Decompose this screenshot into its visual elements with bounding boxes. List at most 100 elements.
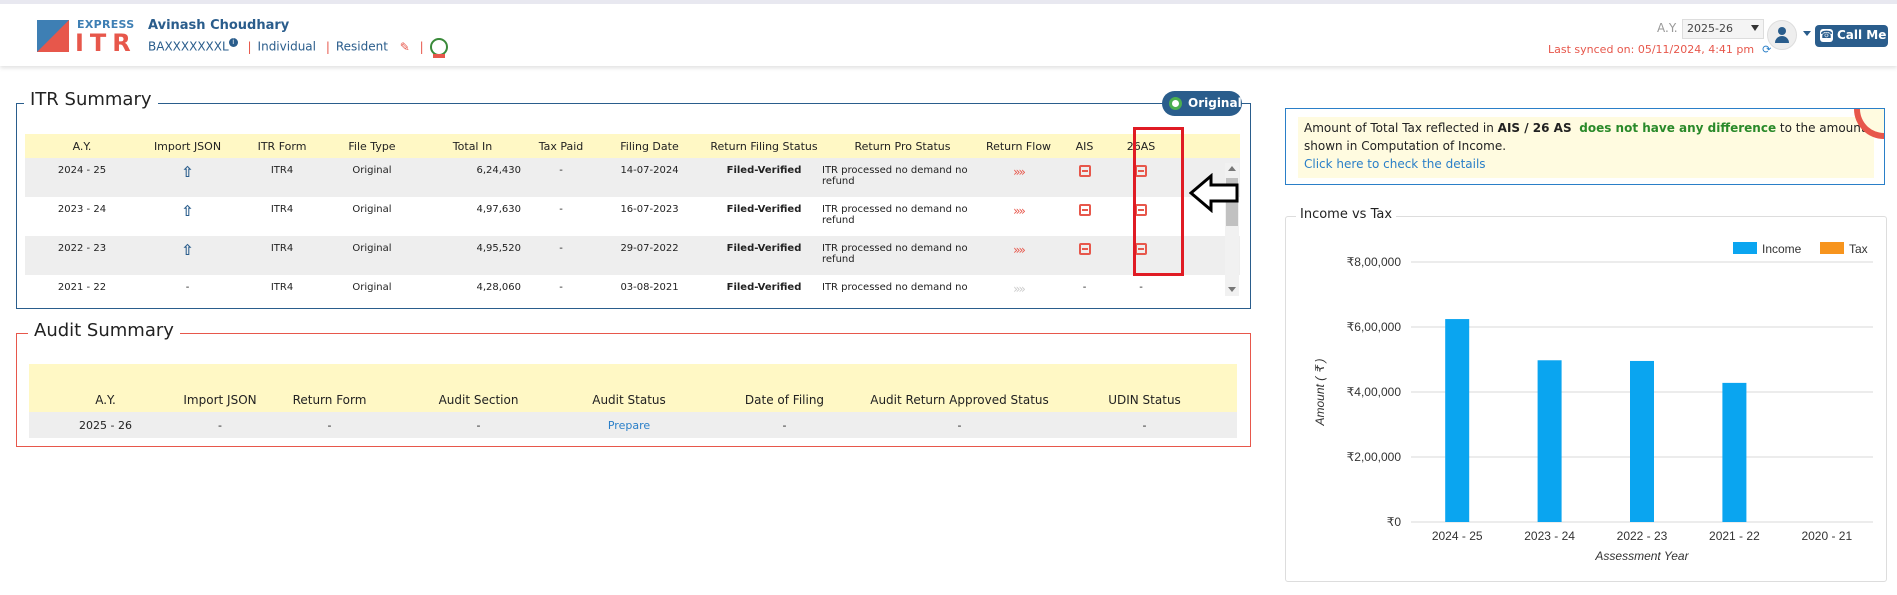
x-tick-label: 2020 - 21 — [1801, 529, 1852, 543]
legend-swatch-tax — [1820, 242, 1844, 254]
col-import-json: Import JSON — [139, 134, 236, 158]
cell-approved: - — [867, 412, 1052, 438]
cell-date: 29-07-2022 — [593, 236, 706, 275]
col-date-of-filing: Date of Filing — [702, 364, 867, 412]
cell-ay: 2024 - 25 — [25, 158, 139, 197]
check-details-link[interactable]: Click here to check the details — [1304, 157, 1486, 171]
call-me-button[interactable]: ☎ Call Me — [1815, 25, 1888, 47]
original-badge-label: Original — [1188, 96, 1242, 110]
cell-file-type: Original — [328, 236, 416, 275]
26as-highlight-box — [1133, 127, 1184, 276]
cell-ay: 2023 - 24 — [57, 204, 107, 215]
col-return-flow: Return Flow — [983, 134, 1054, 158]
col-return-filing-status: Return Filing Status — [706, 134, 822, 158]
ais-pdf-icon[interactable] — [1054, 197, 1115, 236]
cell-udin: - — [1052, 412, 1237, 438]
cell-status: Filed-Verified — [726, 204, 802, 215]
return-flow-icon[interactable]: »» — [983, 197, 1054, 236]
col-filing-date: Filing Date — [593, 134, 706, 158]
itr-form-link[interactable]: ITR4 — [236, 275, 328, 296]
x-tick-label: 2021 - 22 — [1709, 529, 1760, 543]
return-flow-icon[interactable]: »» — [983, 236, 1054, 275]
legend-label-income: Income — [1762, 242, 1802, 256]
cell-import: - — [185, 282, 190, 293]
col-ay: A.Y. — [25, 134, 139, 158]
itr-form-link[interactable]: ITR4 — [236, 158, 328, 197]
cell-return-form: - — [258, 412, 401, 438]
cell-file-type: Original — [352, 204, 392, 215]
col-total-income: Total In — [416, 134, 529, 158]
user-details: BAXXXXXXXL i | Individual | Resident ✎ | — [148, 38, 448, 58]
phone-icon: ☎ — [1820, 29, 1833, 42]
ay-label: A.Y. — [1657, 21, 1678, 35]
info-icon[interactable]: i — [228, 38, 238, 47]
chevron-down-icon — [1751, 25, 1759, 31]
upload-icon[interactable]: ⇧ — [139, 197, 236, 236]
itr-header-row: A.Y. Import JSON ITR Form File Type Tota… — [25, 134, 1240, 158]
express-itr-logo[interactable]: EXPRESS ITR — [37, 16, 134, 57]
pointer-arrow-icon — [1189, 173, 1239, 213]
itr-form-link[interactable]: ITR4 — [236, 236, 328, 275]
refresh-icon[interactable]: ⟳ — [1762, 43, 1771, 56]
bar-income — [1722, 382, 1747, 522]
col-ais: AIS — [1054, 134, 1115, 158]
ais-pdf-icon[interactable] — [1054, 236, 1115, 275]
upload-icon[interactable]: ⇧ — [139, 158, 236, 197]
table-row: 2024 - 25 ⇧ ITR4 Original 6,24,430 - 14-… — [25, 158, 1240, 197]
col-tax-paid: Tax Paid — [529, 134, 593, 158]
ay-selected-value: 2025-26 — [1687, 22, 1733, 35]
col-audit-section: Audit Section — [401, 364, 556, 412]
itr-form-link[interactable]: ITR4 — [236, 197, 328, 236]
taxpayer-status: Individual — [257, 39, 316, 54]
cell-import: - — [182, 412, 258, 438]
avatar-dropdown-icon[interactable] — [1803, 31, 1811, 36]
cell-status: Filed-Verified — [706, 236, 822, 275]
original-toggle-icon — [1169, 97, 1182, 110]
audit-table: A.Y. Import JSON Return Form Audit Secti… — [29, 364, 1237, 438]
legend-label-tax: Tax — [1849, 242, 1868, 256]
cell-date: - — [702, 412, 867, 438]
col-return-pro-status: Return Pro Status — [822, 134, 983, 158]
sync-text: Last synced on: 05/11/2024, 4:41 pm — [1548, 43, 1755, 56]
prepare-link[interactable]: Prepare — [556, 412, 702, 438]
cell-date: 14-07-2024 — [593, 158, 706, 197]
table-row: 2025 - 26 - - - Prepare - - - — [29, 412, 1237, 438]
col-import-json: Import JSON — [182, 364, 258, 412]
edit-icon[interactable]: ✎ — [400, 40, 410, 54]
cell-26as: - — [1139, 282, 1143, 293]
income-vs-tax-chart: ₹0 ₹2,00,000 ₹4,00,000 ₹6,00,000 ₹8,00,000 20… — [1313, 242, 1873, 563]
ais-pdf-icon[interactable] — [1054, 158, 1115, 197]
pan-number: BAXXXXXXXL — [148, 39, 229, 54]
table-row: 2023 - 24 ⇧ ITR4 Original 4,97,630 - 16-… — [25, 197, 1240, 236]
cell-date: 03-08-2021 — [620, 282, 679, 293]
bar-income — [1537, 360, 1562, 522]
ay-select[interactable]: 2025-26 — [1682, 19, 1764, 39]
cell-tax: - — [559, 204, 563, 215]
cell-income: 6,24,430 — [416, 158, 529, 197]
bar-income — [1630, 360, 1654, 522]
audit-header-row: A.Y. Import JSON Return Form Audit Secti… — [29, 364, 1237, 412]
cell-pro-status: ITR processed no demand no refund — [822, 236, 983, 275]
return-flow-icon[interactable]: »» — [983, 275, 1054, 296]
audit-summary-title: Audit Summary — [28, 320, 180, 341]
table-row: 2022 - 23 ⇧ ITR4 Original 4,95,520 - 29-… — [25, 236, 1240, 275]
col-ay: A.Y. — [29, 364, 182, 412]
cell-pro-status: ITR processed no demand no refund — [822, 204, 968, 226]
x-tick-label: 2022 - 23 — [1617, 529, 1668, 543]
return-flow-icon[interactable]: »» — [983, 158, 1054, 197]
y-tick-label: ₹0 — [1387, 515, 1402, 529]
original-badge[interactable]: Original — [1162, 91, 1242, 116]
logo-main-text: ITR — [75, 29, 137, 57]
call-me-label: Call Me — [1837, 28, 1887, 42]
y-tick-label: ₹8,00,000 — [1347, 255, 1402, 269]
cell-ay: 2025 - 26 — [29, 412, 182, 438]
cell-ay: 2022 - 23 — [25, 236, 139, 275]
user-avatar-icon[interactable] — [1767, 20, 1797, 50]
cell-status: Filed-Verified — [726, 282, 802, 293]
x-tick-label: 2023 - 24 — [1524, 529, 1575, 543]
upload-icon[interactable]: ⇧ — [139, 236, 236, 275]
y-tick-label: ₹6,00,000 — [1347, 320, 1402, 334]
cell-tax: - — [559, 282, 563, 293]
cell-tax: - — [529, 158, 593, 197]
residency-status: Resident — [335, 39, 388, 54]
